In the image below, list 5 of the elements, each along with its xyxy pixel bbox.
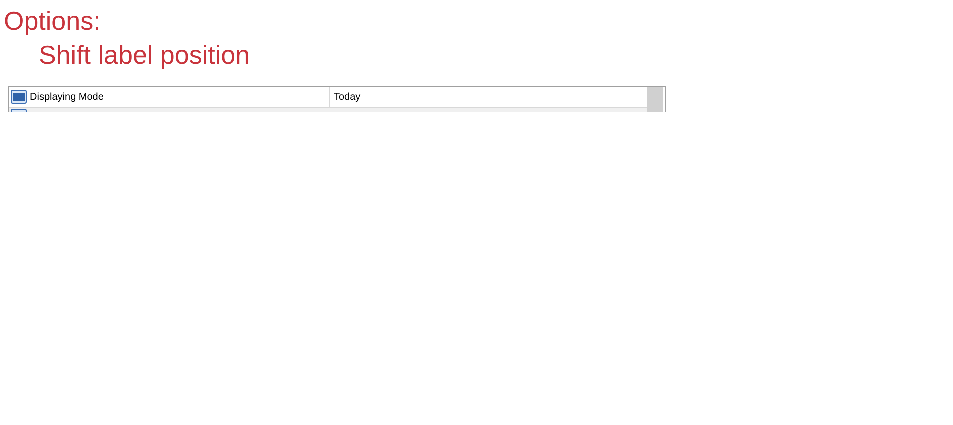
options-heading: Options:: [4, 5, 102, 38]
property-name: Displaying Mode: [30, 92, 104, 102]
option-title: Shift label position: [39, 39, 250, 72]
property-value[interactable]: Today: [334, 92, 361, 102]
scrollbar[interactable]: [647, 87, 663, 112]
